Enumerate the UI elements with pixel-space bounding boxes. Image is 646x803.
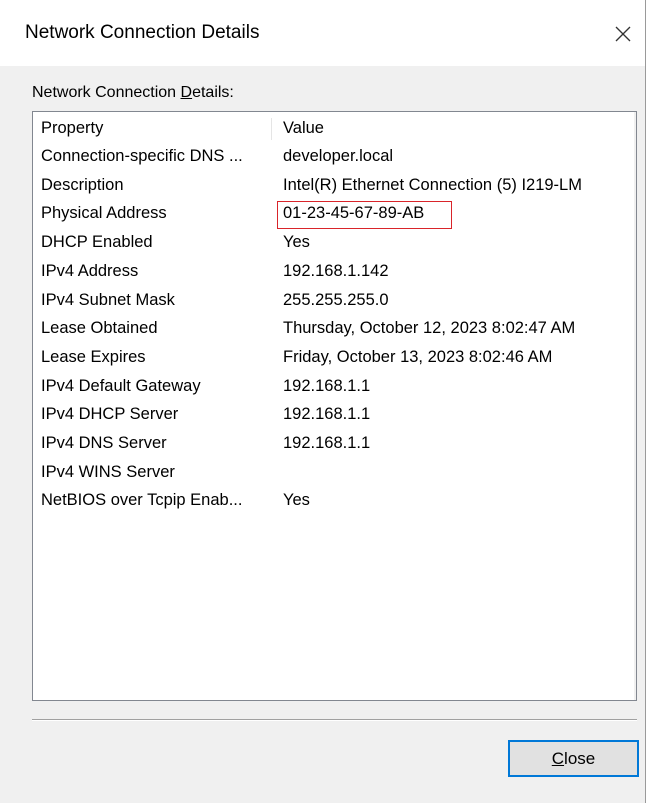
table-row[interactable]: Lease Expires Friday, October 13, 2023 8:… [33,343,636,371]
table-row[interactable]: IPv4 DHCP Server 192.168.1.1 [33,400,636,428]
property-cell: Lease Expires [41,347,146,366]
physical-address-highlight [277,201,452,229]
value-cell: Intel(R) Ethernet Connection (5) I219-LM [283,175,582,194]
header-row: Property Value [33,114,636,142]
label-part-1: Network Connection [32,84,181,101]
column-header-value[interactable]: Value [283,114,324,142]
property-cell: Connection-specific DNS ... [41,147,243,165]
table-row[interactable]: IPv4 WINS Server [33,458,636,486]
close-icon[interactable] [609,20,637,48]
column-header-property[interactable]: Property [41,114,273,142]
title-bar[interactable]: Network Connection Details [0,0,645,66]
close-accelerator: C [551,749,565,768]
value-cell: Friday, October 13, 2023 8:02:46 AM [283,347,553,366]
property-cell: IPv4 WINS Server [41,462,175,481]
close-label-rest: lose [564,749,596,768]
property-cell: IPv4 DHCP Server [41,405,179,424]
label-part-2: etails: [192,84,234,101]
property-cell: Description [41,175,124,194]
value-cell: 192.168.1.1 [283,376,371,395]
value-cell: 192.168.1.142 [283,261,389,280]
details-section-label: Network Connection Details: [32,84,234,102]
close-x-glyph [615,26,631,42]
property-cell: Physical Address [41,204,167,223]
window-title: Network Connection Details [25,22,260,43]
value-cell: developer.local [283,147,394,165]
value-cell: Yes [283,491,310,510]
column-divider[interactable] [271,118,272,140]
property-cell: NetBIOS over Tcpip Enab... [41,491,243,510]
value-cell: 192.168.1.1 [283,405,371,424]
property-cell: Lease Obtained [41,319,158,338]
value-cell: Yes [283,233,310,252]
property-cell: IPv4 Default Gateway [41,376,201,395]
table-row[interactable]: IPv4 Default Gateway 192.168.1.1 [33,372,636,400]
vertical-scroll-area [634,112,636,700]
network-connection-details-dialog: Network Connection Details Network Conne… [0,0,646,803]
property-cell: IPv4 Address [41,261,139,280]
table-row[interactable]: Lease Obtained Thursday, October 12, 2023… [33,314,636,342]
property-cell: IPv4 Subnet Mask [41,290,175,309]
separator-highlight [32,720,637,721]
property-cell: DHCP Enabled [41,233,153,252]
table-row[interactable]: Connection-specific DNS ... developer.loc… [33,142,636,170]
close-button[interactable]: Close [508,740,639,777]
details-list-view[interactable]: Property Value Connection-specific DNS .… [32,111,637,701]
table-row[interactable]: IPv4 Subnet Mask 255.255.255.0 [33,286,636,314]
value-cell: Thursday, October 12, 2023 8:02:47 AM [283,319,576,338]
table-row[interactable]: NetBIOS over Tcpip Enab... Yes [33,486,636,514]
value-cell: 255.255.255.0 [283,290,389,309]
property-cell: IPv4 DNS Server [41,434,167,452]
table-row[interactable]: Description Intel(R) Ethernet Connection … [33,171,636,199]
value-cell: 192.168.1.1 [283,434,371,452]
label-accelerator: D [180,84,193,101]
table-row[interactable]: IPv4 Address 192.168.1.142 [33,257,636,285]
table-row[interactable]: DHCP Enabled Yes [33,228,636,256]
table-row[interactable]: IPv4 DNS Server 192.168.1.1 [33,429,636,457]
